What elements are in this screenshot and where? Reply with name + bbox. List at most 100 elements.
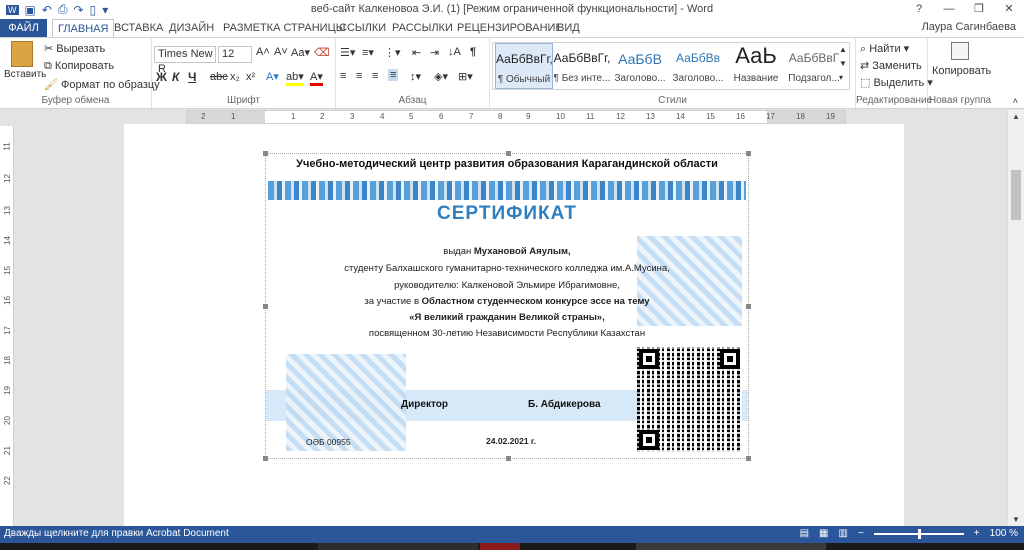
restore-button[interactable]: ❐ [964, 0, 994, 19]
tab-view[interactable]: ВИД [552, 19, 585, 37]
resize-handle[interactable] [263, 151, 268, 156]
zoom-slider[interactable] [873, 528, 964, 539]
taskbar-item[interactable] [480, 543, 520, 550]
user-name[interactable]: Лаура Сагинбаева [922, 21, 1016, 33]
resize-handle[interactable] [746, 151, 751, 156]
change-case-icon[interactable]: Aa▾ [291, 46, 310, 59]
find-button[interactable]: ⌕ Найти ▾ [860, 42, 909, 56]
style-heading1[interactable]: АаБбВ Заголово... [611, 43, 669, 89]
multilevel-list-icon[interactable]: ⋮▾ [384, 46, 401, 59]
taskbar-item[interactable] [636, 543, 826, 550]
line-spacing-icon[interactable]: ↕▾ [410, 70, 421, 83]
resize-handle[interactable] [746, 456, 751, 461]
resize-handle[interactable] [263, 456, 268, 461]
justify-icon[interactable]: ≡ [388, 69, 399, 81]
help-button[interactable]: ? [904, 0, 934, 19]
horizontal-ruler[interactable]: 2 1 1 2 3 4 5 6 7 8 9 10 11 12 13 14 15 … [186, 110, 846, 124]
highlight-icon[interactable]: ab▾ [286, 70, 304, 86]
minimize-button[interactable]: — [934, 0, 964, 19]
superscript-button[interactable]: x² [246, 71, 255, 83]
sort-icon[interactable]: ↓A [448, 46, 461, 58]
copy-button[interactable]: ⧉ Копировать [44, 60, 114, 73]
tab-design[interactable]: ДИЗАЙН [164, 19, 219, 37]
font-color-icon[interactable]: A▾ [310, 70, 323, 86]
style-normal[interactable]: АаБбВвГг, ¶ Обычный [495, 43, 553, 89]
certificate-date: 24.02.2021 г. [486, 436, 536, 446]
grow-font-icon[interactable]: A˄ [256, 46, 270, 58]
increase-indent-icon[interactable]: ⇥ [430, 46, 439, 59]
underline-button[interactable]: Ч [188, 70, 196, 84]
vertical-ruler[interactable]: 11 12 13 14 15 16 17 18 19 20 21 22 [0, 126, 14, 526]
ribbon-tabs: ФАЙЛ ГЛАВНАЯ ВСТАВКА ДИЗАЙН РАЗМЕТКА СТР… [0, 19, 1024, 37]
styles-scroll-up-icon[interactable]: ▲ [839, 45, 847, 54]
decrease-indent-icon[interactable]: ⇤ [412, 46, 421, 59]
tab-insert[interactable]: ВСТАВКА [109, 19, 168, 37]
embedded-certificate[interactable]: Учебно-методический центр развития образ… [263, 151, 751, 461]
resize-handle[interactable] [506, 151, 511, 156]
replace-button[interactable]: ⇄ Заменить [860, 59, 922, 72]
zoom-out-icon[interactable]: − [858, 528, 864, 539]
shading-icon[interactable]: ◈▾ [434, 70, 448, 83]
format-painter-button[interactable]: 🖌 Формат по образцу [44, 78, 160, 91]
zoom-in-icon[interactable]: + [974, 528, 980, 539]
select-button[interactable]: ⬚ Выделить ▾ [860, 76, 933, 89]
text-effects-icon[interactable]: A▾ [266, 70, 279, 83]
bullets-icon[interactable]: ☰▾ [340, 46, 355, 59]
scissors-icon: ✂ [44, 43, 57, 55]
style-heading2[interactable]: АаБбВв Заголово... [669, 43, 727, 89]
style-subtitle[interactable]: АаБбВвГ Подзагол... [785, 43, 843, 89]
zoom-level[interactable]: 100 % [990, 528, 1018, 539]
tab-file[interactable]: ФАЙЛ [0, 19, 47, 37]
show-marks-icon[interactable]: ¶ [470, 46, 476, 58]
taskbar-item[interactable] [318, 543, 478, 550]
print-layout-icon[interactable]: ▦ [819, 528, 828, 539]
certificate-line-2: студенту Балхашского гуманитарно-техниче… [344, 263, 670, 274]
styles-more-icon[interactable]: ▾ [839, 73, 843, 82]
tab-home[interactable]: ГЛАВНАЯ [52, 19, 115, 37]
read-mode-icon[interactable]: ▤ [800, 528, 809, 539]
numbering-icon[interactable]: ≡▾ [362, 46, 374, 59]
style-no-spacing[interactable]: АаБбВвГг, ¶ Без инте... [553, 43, 611, 89]
vertical-scrollbar[interactable]: ▲ ▼ [1007, 110, 1024, 526]
scrollbar-thumb[interactable] [1011, 170, 1021, 220]
ruler-tick: 11 [2, 142, 12, 151]
italic-button[interactable]: К [172, 70, 179, 84]
scroll-up-icon[interactable]: ▲ [1012, 112, 1020, 121]
font-group: Times New R 12 A˄ A˅ Aa▾ ⌫ Ж К Ч abc x₂ … [152, 38, 336, 108]
status-bar: Дважды щелкните для правки Acrobat Docum… [0, 526, 1024, 543]
ruler-tick: 1 [291, 112, 296, 121]
new-group-copy-button[interactable]: Копировать [932, 42, 991, 77]
style-title[interactable]: АаЬ Название [727, 43, 785, 89]
certificate-organization: Учебно-методический центр развития образ… [296, 158, 718, 170]
shrink-font-icon[interactable]: A˅ [274, 46, 288, 58]
tab-references[interactable]: ССЫЛКИ [334, 19, 391, 37]
align-center-icon[interactable]: ≡ [356, 70, 362, 82]
clear-formatting-icon[interactable]: ⌫ [314, 46, 330, 59]
subscript-button[interactable]: x₂ [230, 71, 240, 83]
copy-large-icon [951, 42, 969, 60]
align-left-icon[interactable]: ≡ [340, 70, 346, 82]
collapse-ribbon-icon[interactable]: ˄ [1013, 96, 1018, 106]
resize-handle[interactable] [506, 456, 511, 461]
tab-mailings[interactable]: РАССЫЛКИ [387, 19, 458, 37]
cut-button[interactable]: ✂ Вырезать [44, 42, 105, 55]
certificate-line-4: за участие в Областном студенческом конк… [364, 296, 650, 307]
ruler-tick: 3 [350, 112, 355, 121]
close-button[interactable]: ✕ [994, 0, 1024, 19]
align-right-icon[interactable]: ≡ [372, 70, 378, 82]
ruler-tick: 13 [2, 206, 12, 215]
ruler-tick: 18 [2, 356, 12, 365]
ruler-tick: 19 [826, 112, 835, 121]
tab-layout[interactable]: РАЗМЕТКА СТРАНИЦЫ [218, 19, 350, 37]
bold-button[interactable]: Ж [156, 70, 167, 84]
tab-review[interactable]: РЕЦЕНЗИРОВАНИЕ [452, 19, 568, 37]
scroll-down-icon[interactable]: ▼ [1012, 515, 1020, 524]
ruler-tick: 13 [646, 112, 655, 121]
strikethrough-button[interactable]: abc [210, 71, 228, 83]
styles-scroll-down-icon[interactable]: ▼ [839, 59, 847, 68]
web-layout-icon[interactable]: ▥ [839, 528, 848, 539]
font-size-select[interactable]: 12 [218, 46, 252, 63]
paste-button[interactable]: Вставить [4, 41, 46, 80]
borders-icon[interactable]: ⊞▾ [458, 70, 473, 83]
font-name-select[interactable]: Times New R [154, 46, 216, 75]
